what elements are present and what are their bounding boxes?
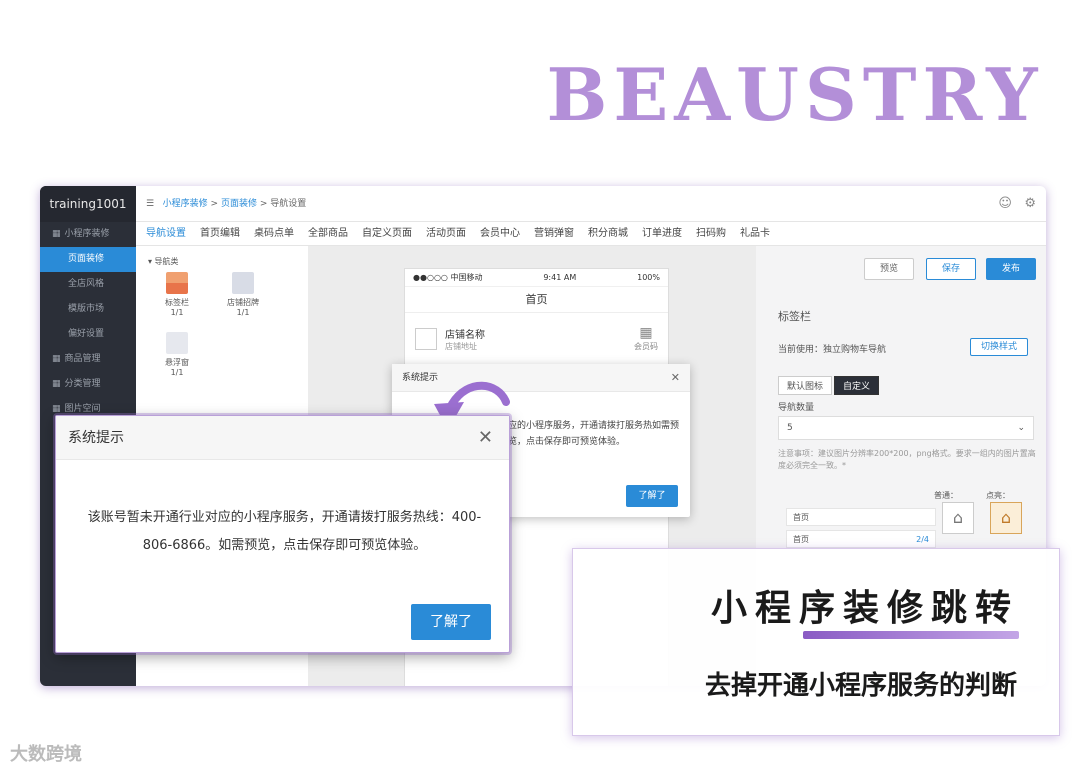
save-button[interactable]: 保存 [926, 258, 976, 280]
sidebar-item-page-decoration[interactable]: 页面装修 [40, 247, 136, 272]
dialog-title: 系统提示 [68, 430, 124, 446]
tabbar-icon [166, 272, 188, 294]
sidebar-item-categories[interactable]: 分类管理 [40, 372, 136, 397]
store-active-icon[interactable]: ⌂ [990, 502, 1022, 534]
tab-default-icon[interactable]: 默认图标 [778, 376, 833, 395]
sidebar-item-preferences[interactable]: 偏好设置 [40, 322, 136, 347]
store-address: 店铺地址 [445, 341, 477, 351]
store-normal-icon[interactable]: ⌂ [942, 502, 974, 534]
chevron-down-icon: ⌄ [1017, 423, 1025, 433]
nav-count-label: 导航数量 [778, 403, 815, 413]
close-icon[interactable]: ✕ [671, 364, 680, 392]
widget-tabbar[interactable]: 标签栏 1/1 [152, 272, 202, 317]
breadcrumb-current: 导航设置 [270, 199, 307, 209]
tab-scan-buy[interactable]: 扫码购 [696, 228, 726, 239]
publish-button[interactable]: 发布 [986, 258, 1036, 280]
active-label: 点亮： [986, 491, 1010, 500]
phone-status-bar: ●●○○○ 中国移动 9:41 AM 100% [405, 269, 668, 287]
caption-underline [803, 631, 1019, 639]
tab-points-mall[interactable]: 积分商城 [588, 228, 628, 239]
store-header[interactable]: 店铺名称 店铺地址 ▦ 会员码 [405, 313, 668, 365]
menu-icon[interactable]: ☰ [146, 199, 154, 209]
qr-code-icon: ▦ [639, 325, 653, 341]
clock: 9:41 AM [543, 273, 577, 282]
watermark: 大数跨境 [10, 744, 82, 765]
nav-row-2[interactable]: 首页 2/4 [786, 530, 936, 548]
account-name: training1001 [40, 186, 136, 222]
tab-gift-card[interactable]: 礼品卡 [740, 228, 770, 239]
float-window-icon [166, 332, 188, 354]
widget-label: 悬浮窗 [165, 358, 189, 367]
tab-order-progress[interactable]: 订单进度 [642, 228, 682, 239]
nav-count-select[interactable]: 5 ⌄ [778, 416, 1034, 440]
preview-button[interactable]: 预览 [864, 258, 914, 280]
widget-count: 1/1 [236, 308, 250, 317]
member-code[interactable]: ▦ 会员码 [634, 325, 658, 352]
dialog-ok-button[interactable]: 了解了 [626, 485, 678, 507]
sidebar-item-decoration[interactable]: 小程序装修 [40, 222, 136, 247]
widget-label: 标签栏 [165, 298, 189, 307]
switch-style-button[interactable]: 切换样式 [970, 338, 1028, 356]
brand-logo: BEAUSTRY [546, 52, 1044, 137]
carrier: ●●○○○ 中国移动 [413, 273, 483, 282]
battery: 100% [637, 273, 660, 282]
breadcrumb-page[interactable]: 页面装修 [221, 199, 257, 209]
widget-count: 1/1 [170, 308, 184, 317]
widget-float[interactable]: 悬浮窗 1/1 [152, 332, 202, 377]
nav-row-1[interactable]: 首页 [786, 508, 936, 526]
tab-bar: 导航设置 首页编辑 桌码点单 全部商品 自定义页面 活动页面 会员中心 营销弹窗 积分商城 订单进… [136, 222, 1046, 246]
widget-group-title: ▾ 导航类 [148, 257, 179, 266]
normal-label: 普通： [934, 491, 958, 500]
gear-icon[interactable]: ⚙ [1024, 196, 1036, 211]
caption-headline: 小程序装修跳转 [710, 588, 1019, 629]
image-note: 注意事项：建议图片分辨率200*200，png格式。要求一组内的图片置高度必须完… [778, 449, 1036, 470]
close-icon[interactable]: ✕ [478, 416, 493, 460]
widget-label: 店铺招牌 [227, 298, 259, 307]
dialog-ok-button[interactable]: 了解了 [411, 604, 491, 640]
nav-row-label: 首页 [793, 535, 809, 544]
widget-count: 1/1 [170, 368, 184, 377]
tab-nav-settings[interactable]: 导航设置 [146, 228, 186, 239]
breadcrumb: 小程序装修 > 页面装修 > 导航设置 [162, 199, 307, 209]
tab-home-edit[interactable]: 首页编辑 [200, 228, 240, 239]
support-icon[interactable]: ☺ [998, 196, 1012, 211]
tab-custom-page[interactable]: 自定义页面 [362, 228, 412, 239]
store-name: 店铺名称 [445, 329, 485, 341]
sidebar-item-store-style[interactable]: 全店风格 [40, 272, 136, 297]
phone-page-title: 首页 [405, 287, 668, 313]
tab-all-products[interactable]: 全部商品 [308, 228, 348, 239]
dialog-message: 该账号暂未开通行业对应的小程序服务，开通请拨打服务热线：400-806-6866… [87, 510, 482, 553]
dialog-message: 应的小程序服务，开通请拨打服务热如需预览，点击保存即可预览体验。 [508, 421, 680, 447]
widget-store-sign[interactable]: 店铺招牌 1/1 [218, 272, 268, 317]
section-title: 标签栏 [778, 310, 811, 323]
sidebar-item-template-market[interactable]: 模版市场 [40, 297, 136, 322]
tab-table-order[interactable]: 桌码点单 [254, 228, 294, 239]
nav-count-value: 5 [787, 423, 793, 433]
store-logo [415, 327, 437, 350]
dialog-header: 系统提示 ✕ [56, 416, 509, 460]
caption-card: 小程序装修跳转 去掉开通小程序服务的判断 [572, 548, 1060, 736]
nav-row-count: 2/4 [916, 535, 929, 544]
breadcrumb-decoration[interactable]: 小程序装修 [163, 199, 208, 209]
tab-custom[interactable]: 自定义 [834, 376, 880, 395]
caption-subline: 去掉开通小程序服务的判断 [704, 671, 1017, 701]
tab-activity-page[interactable]: 活动页面 [426, 228, 466, 239]
current-style-text: 当前使用：独立购物车导航 [778, 345, 887, 355]
system-dialog-large: 系统提示 ✕ 该账号暂未开通行业对应的小程序服务，开通请拨打服务热线：400-8… [55, 415, 510, 653]
top-bar: ☰ 小程序装修 > 页面装修 > 导航设置 ☺ ⚙ [136, 186, 1046, 222]
tab-marketing-popup[interactable]: 营销弹窗 [534, 228, 574, 239]
store-sign-icon [232, 272, 254, 294]
sidebar-item-products[interactable]: 商品管理 [40, 347, 136, 372]
member-code-label: 会员码 [634, 342, 658, 351]
tab-member-center[interactable]: 会员中心 [480, 228, 520, 239]
